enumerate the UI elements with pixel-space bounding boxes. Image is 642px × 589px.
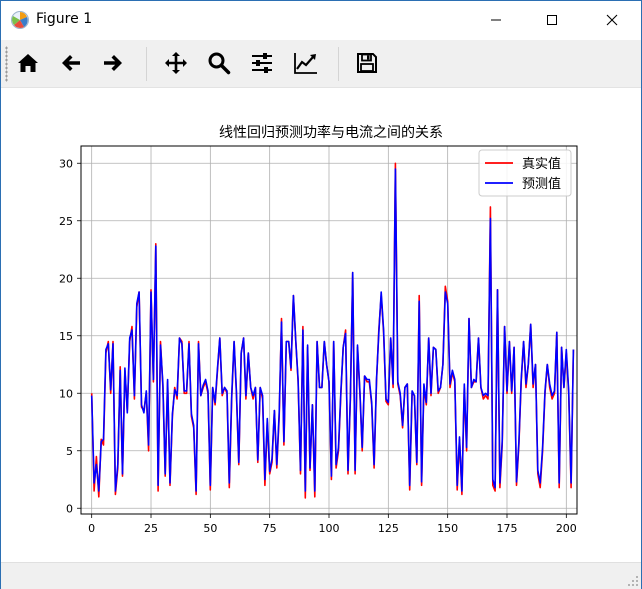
y-tick-label: 10 (59, 387, 73, 400)
x-tick-label: 200 (556, 522, 577, 535)
toolbar-grip[interactable] (5, 46, 8, 82)
configure-subplots-icon (252, 53, 272, 73)
home-button[interactable] (13, 48, 43, 78)
x-tick-label: 0 (88, 522, 95, 535)
matplotlib-app-icon (11, 11, 29, 29)
configure-subplots-button[interactable] (247, 48, 277, 78)
series-lines (90, 162, 575, 499)
pan-button[interactable] (161, 48, 191, 78)
legend: 真实值 预测值 (478, 149, 572, 197)
close-icon (606, 14, 618, 26)
maximize-icon (547, 15, 557, 25)
save-icon (357, 53, 377, 73)
y-tick-label: 20 (59, 272, 73, 285)
minimize-icon (491, 19, 501, 21)
line-chart[interactable]: 线性回归预测功率与电流之间的关系 0 25 50 75 100 125 150 175 200 0… (1, 88, 641, 562)
y-tick-label: 30 (59, 157, 73, 170)
zoom-icon (208, 52, 231, 75)
resize-grip-icon[interactable] (627, 575, 639, 587)
toolbar-separator (146, 47, 147, 81)
window-title: Figure 1 (36, 11, 93, 27)
zoom-button[interactable] (204, 48, 234, 78)
forward-button[interactable] (98, 48, 128, 78)
x-tick-label: 150 (437, 522, 458, 535)
y-tick-label: 0 (66, 502, 73, 515)
x-tick-label: 100 (319, 522, 340, 535)
grid-lines (81, 146, 577, 514)
toolbar-separator (338, 47, 339, 81)
pan-icon (165, 52, 187, 74)
x-tick-label: 175 (496, 522, 517, 535)
edit-axis-icon (294, 53, 317, 74)
figure-canvas[interactable]: 线性回归预测功率与电流之间的关系 0 25 50 75 100 125 150 175 200 0… (1, 88, 641, 562)
x-tick-label: 50 (203, 522, 217, 535)
forward-arrow-icon (104, 55, 122, 71)
figure-window: Figure 1 线性回归预测功率与电流之间的关系 0 25 50 75 100… (0, 0, 642, 589)
y-tick-label: 15 (59, 330, 73, 343)
chart-title: 线性回归预测功率与电流之间的关系 (219, 124, 443, 141)
title-bar[interactable]: Figure 1 (1, 1, 641, 39)
navigation-toolbar (1, 40, 641, 88)
home-icon (18, 54, 38, 72)
back-button[interactable] (56, 48, 86, 78)
y-tick-label: 25 (59, 215, 73, 228)
legend-label-actual: 真实值 (522, 156, 561, 172)
save-button[interactable] (352, 48, 382, 78)
status-bar (1, 562, 641, 589)
y-tick-label: 5 (66, 445, 73, 458)
maximize-button[interactable] (529, 1, 575, 39)
series-line-predicted (90, 168, 575, 492)
close-button[interactable] (589, 1, 635, 39)
legend-label-predicted: 预测值 (522, 176, 561, 192)
minimize-button[interactable] (473, 1, 519, 39)
x-tick-label: 125 (378, 522, 399, 535)
x-tick-label: 25 (144, 522, 158, 535)
back-arrow-icon (62, 55, 80, 71)
edit-axis-button[interactable] (291, 48, 321, 78)
x-tick-label: 75 (263, 522, 277, 535)
